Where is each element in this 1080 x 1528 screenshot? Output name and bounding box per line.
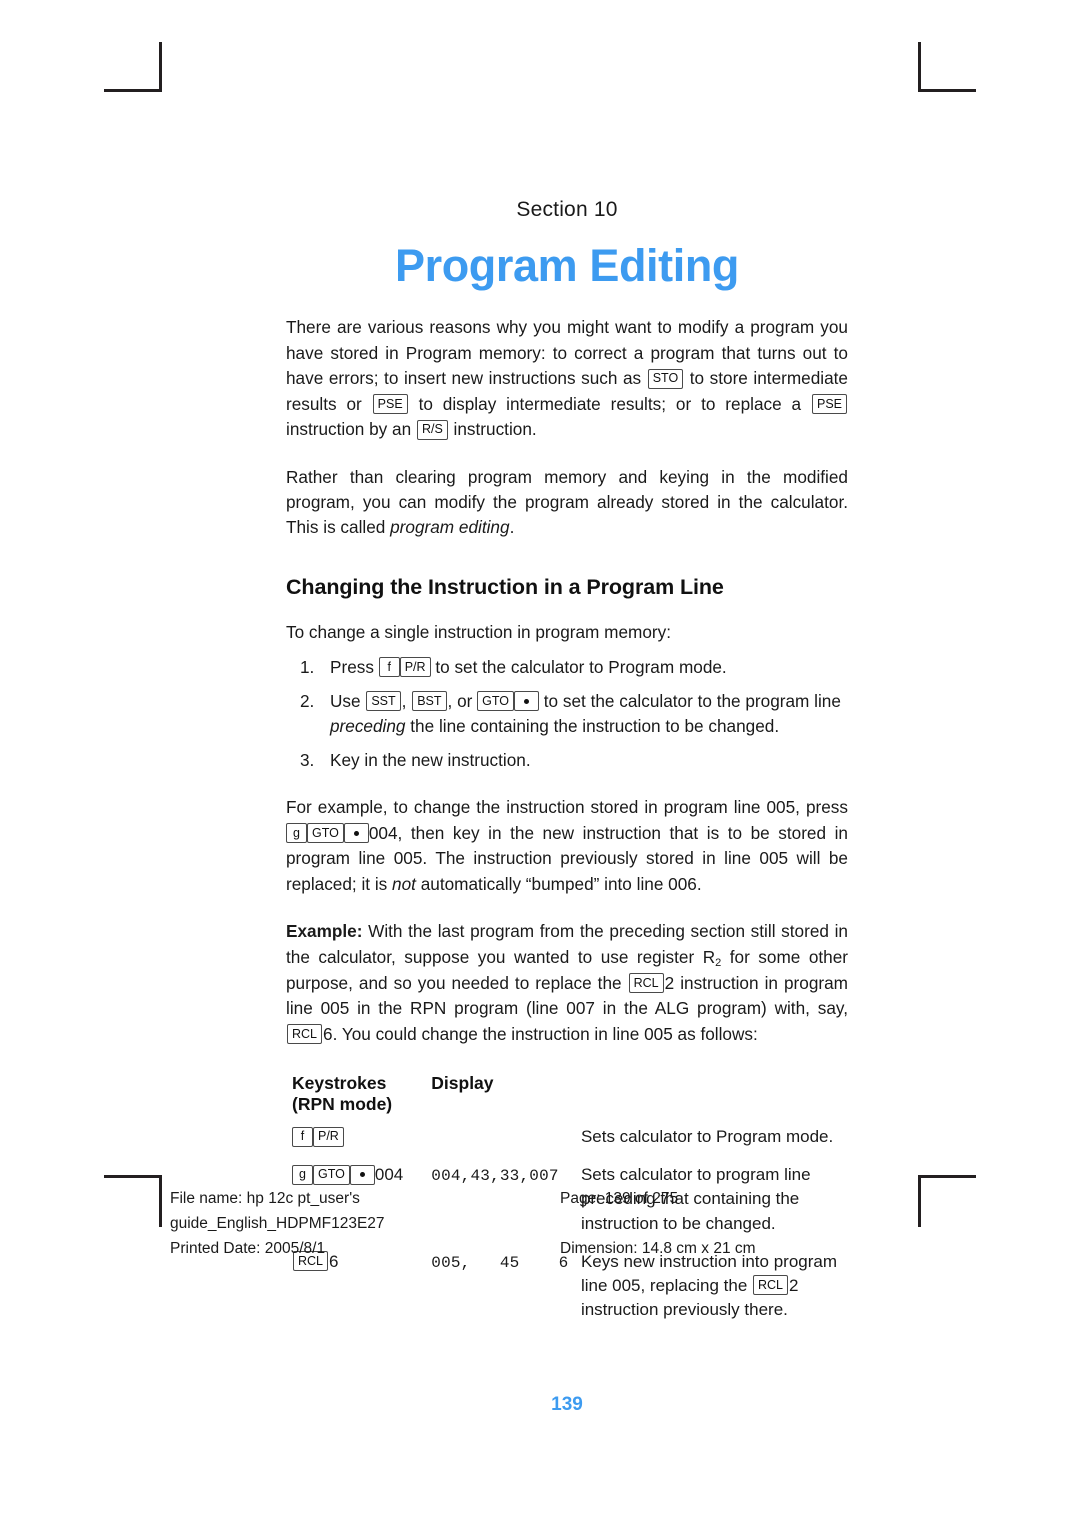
table-header-row: Keystrokes (RPN mode) Display: [286, 1073, 848, 1125]
step-number: 3.: [300, 750, 315, 771]
keypair-f-pr: f P/R: [292, 1126, 344, 1147]
key-rcl-first: RCL: [628, 973, 664, 994]
for-example-paragraph: For example, to change the instruction s…: [286, 795, 848, 897]
key-decimal-point-icon: [343, 823, 369, 844]
key-g: g: [286, 823, 307, 844]
steps-list: 1. Press f P/R to set the calculator to Pr…: [286, 655, 848, 773]
table-row: f P/R Sets calculator to Program mode.: [286, 1125, 848, 1163]
intro-p2-italic: program editing: [390, 517, 510, 538]
row-3-display: 005, 45 6: [431, 1253, 569, 1272]
intro-p1-part-c: to display intermediate results; or to r…: [408, 393, 811, 414]
key-run-stop: R/S: [416, 419, 448, 440]
column-header-keystrokes-line1: Keystrokes: [292, 1073, 387, 1094]
row-1-display: [431, 1125, 581, 1163]
keypair-g-gto-dot: g GTO: [292, 1164, 375, 1185]
step-number: 2.: [300, 690, 315, 711]
keypair-gto-dot: GTO: [477, 691, 539, 712]
lead-paragraph: To change a single instruction in progra…: [286, 621, 671, 642]
page-number: 139: [551, 1394, 583, 1416]
row-3-keystrokes: RCL 6: [286, 1250, 431, 1336]
example-label: Example:: [286, 921, 363, 942]
intro-p1-part-d: instruction by an: [286, 419, 416, 440]
keypair-f-pr: f P/R: [378, 657, 431, 678]
footer-file-name: File name: hp 12c pt_user's guide_Englis…: [170, 1190, 385, 1233]
crop-mark-top-right-icon: [918, 42, 976, 92]
keypair-g-gto-dot: g GTO: [286, 823, 369, 844]
table-row: RCL 6 005, 45 6 Keys new instruction into…: [286, 1250, 848, 1336]
step-2-text-b: to set the calculator to the program lin…: [539, 690, 841, 711]
step-number: 1.: [300, 656, 315, 677]
crop-mark-top-left-icon: [104, 42, 162, 92]
key-p-r: P/R: [313, 1126, 344, 1147]
intro-paragraph-2: Rather than clearing program memory and …: [286, 465, 848, 541]
step-2-sep-2: , or: [447, 690, 478, 711]
step-2-italic: preceding: [330, 716, 406, 737]
key-g: g: [292, 1164, 313, 1185]
print-footer: File name: hp 12c pt_user's guide_Englis…: [170, 1186, 870, 1261]
key-pse-first: PSE: [372, 394, 408, 415]
list-item: 1. Press f P/R to set the calculator to Pr…: [286, 655, 848, 680]
section-label: Section 10: [516, 198, 618, 221]
column-header-display: Display: [431, 1073, 494, 1094]
crop-mark-bottom-right-icon: [918, 1175, 976, 1227]
key-f: f: [292, 1126, 313, 1147]
key-f: f: [378, 657, 400, 678]
intro-paragraph-1: There are various reasons why you might …: [286, 315, 848, 442]
step-2-sep-1: ,: [401, 690, 412, 711]
key-p-r: P/R: [399, 657, 431, 678]
row-2-keystroke-text: 004: [374, 1165, 404, 1185]
key-decimal-point-icon: [514, 691, 539, 712]
intro-p2-part-a: Rather than clearing program memory and …: [286, 466, 848, 538]
list-item: 2. Use SST, BST, or GTO to set the calcul…: [286, 689, 848, 739]
column-header-keystrokes-line2: (RPN mode): [292, 1094, 393, 1115]
example-part-d: 6. You could change the instruction in l…: [323, 1023, 758, 1044]
footer-row-1: File name: hp 12c pt_user's guide_Englis…: [170, 1186, 870, 1236]
key-gto: GTO: [477, 691, 514, 712]
row-3-description: Keys new instruction into program line 0…: [581, 1250, 848, 1336]
for-example-italic: not: [392, 873, 416, 894]
key-bst: BST: [412, 691, 447, 712]
key-rcl-second: RCL: [287, 1024, 323, 1045]
step-2-text-a: Use: [330, 690, 366, 711]
step-1-text-a: Press: [330, 656, 379, 677]
for-example-part-c: automatically “bumped” into line 006.: [415, 873, 702, 894]
footer-printed-date: Printed Date: 2005/8/1: [170, 1240, 326, 1258]
key-decimal-point-icon: [349, 1164, 375, 1185]
example-paragraph: Example: With the last program from the …: [286, 919, 848, 1047]
row-1-description: Sets calculator to Program mode.: [580, 1127, 834, 1147]
for-example-part-a: For example, to change the instruction s…: [286, 797, 848, 818]
footer-row-2: Printed Date: 2005/8/1 Dimension: 14.8 c…: [170, 1236, 870, 1261]
intro-p1-part-e: instruction.: [448, 419, 537, 440]
intro-p2-part-b: .: [509, 517, 515, 538]
page-title: Program Editing: [394, 240, 740, 291]
crop-mark-bottom-left-icon: [104, 1175, 162, 1227]
column-header-keystrokes: Keystrokes (RPN mode): [286, 1073, 431, 1125]
row-1-keystrokes: f P/R: [286, 1125, 431, 1163]
key-sst: SST: [366, 691, 401, 712]
key-sto: STO: [647, 368, 684, 389]
document-page: Section 10 Program Editing There are var…: [0, 0, 1080, 1528]
step-2-text-c: the line containing the instruction to b…: [405, 716, 780, 737]
key-rcl-inline: RCL: [753, 1275, 789, 1296]
key-gto: GTO: [313, 1164, 350, 1185]
step-1-text-b: to set the calculator to Program mode.: [430, 656, 727, 677]
step-3-text-a: Key in the new instruction.: [330, 750, 531, 771]
column-header-blank: [581, 1073, 848, 1125]
list-item: 3. Key in the new instruction.: [286, 748, 848, 773]
key-pse-second: PSE: [811, 394, 847, 415]
key-gto: GTO: [307, 823, 344, 844]
footer-dimension: Dimension: 14.8 cm x 21 cm: [560, 1240, 756, 1258]
section-subheading: Changing the Instruction in a Program Li…: [286, 574, 724, 599]
footer-page-of: Page: 139 of 275: [560, 1190, 679, 1207]
